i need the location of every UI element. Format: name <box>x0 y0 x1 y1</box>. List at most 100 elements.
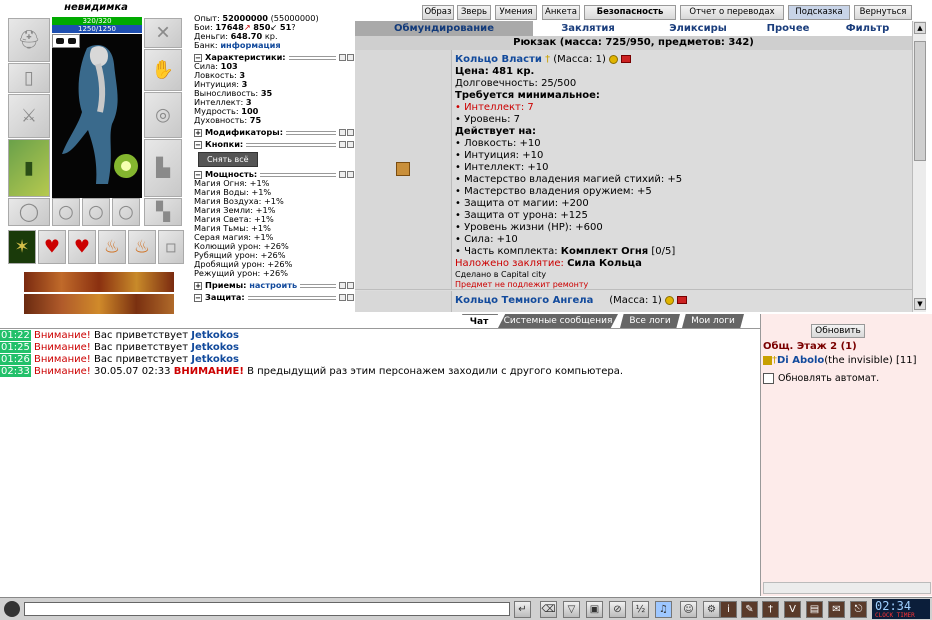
helmet-slot[interactable]: ⛑ <box>8 18 50 62</box>
move-down-icon[interactable] <box>347 294 354 301</box>
move-up-icon[interactable] <box>339 294 346 301</box>
move-up-icon[interactable] <box>339 171 346 178</box>
tab-all-logs[interactable]: Все логи <box>620 314 680 328</box>
vip-icon[interactable]: V <box>784 601 801 618</box>
legs-slot[interactable]: ▙ <box>144 139 182 197</box>
amulet-slot[interactable]: ✕ <box>144 18 182 48</box>
tab-my-logs[interactable]: Мои логи <box>682 314 744 328</box>
chat-message[interactable]: 01:22 Внимание! Вас приветствует Jetkoko… <box>0 330 760 342</box>
chat-timestamp[interactable]: 01:26 <box>0 354 31 365</box>
tab-chat[interactable]: Чат <box>460 314 498 328</box>
transfers-report-button[interactable]: Отчет о переводах <box>680 5 784 20</box>
profile-button[interactable]: Анкета <box>542 5 580 20</box>
image-button[interactable]: Образ <box>422 5 454 20</box>
expand-icon[interactable]: + <box>194 281 202 290</box>
move-down-icon[interactable] <box>347 141 354 148</box>
section-controls[interactable] <box>339 54 354 61</box>
move-down-icon[interactable] <box>347 129 354 136</box>
section-controls[interactable] <box>339 282 354 289</box>
section-modifiers[interactable]: + Модификаторы: <box>194 128 354 137</box>
tab-system-messages[interactable]: Системные сообщения <box>498 314 618 328</box>
belt-slot[interactable]: ◯ <box>8 198 50 226</box>
refresh-button[interactable]: Обновить <box>811 324 865 338</box>
section-controls[interactable] <box>339 294 354 301</box>
tab-other[interactable]: Прочее <box>753 21 823 36</box>
belt-item-3[interactable]: ♥ <box>68 230 96 264</box>
chat-nick[interactable]: Jetkokos <box>191 330 239 341</box>
horizontal-scrollbar[interactable] <box>763 582 931 594</box>
move-down-icon[interactable] <box>347 54 354 61</box>
weapon-slot[interactable]: ⚔ <box>8 94 50 138</box>
send-icon[interactable]: ↵ <box>514 601 531 618</box>
user-name[interactable]: Di Abolo <box>777 355 824 366</box>
sunglasses-slot[interactable] <box>52 34 80 48</box>
spell-row-1[interactable] <box>24 272 174 292</box>
book-icon[interactable]: ▤ <box>806 601 823 618</box>
belt-item-2[interactable]: ♥ <box>38 230 66 264</box>
exit-icon[interactable]: ⎋ <box>850 601 867 618</box>
bank-link[interactable]: информация <box>220 40 280 50</box>
armor-slot[interactable]: ▮ <box>8 139 50 197</box>
chat-bubble-icon[interactable]: ✉ <box>828 601 845 618</box>
security-button[interactable]: Безопасность <box>584 5 676 20</box>
shield-slot[interactable]: ◎ <box>144 92 182 138</box>
belt-item-1[interactable]: ✶ <box>8 230 36 264</box>
move-down-icon[interactable] <box>347 171 354 178</box>
ring-slot-1[interactable]: ○ <box>52 198 80 226</box>
section-controls[interactable] <box>339 171 354 178</box>
chat-mode-icon[interactable] <box>4 601 20 617</box>
belt-item-5[interactable]: ♨ <box>128 230 156 264</box>
item-image[interactable] <box>355 291 452 312</box>
chat-timestamp[interactable]: 02:33 <box>0 366 31 377</box>
chat-nick[interactable]: Jetkokos <box>191 342 239 353</box>
settings-icon[interactable]: ⚙ <box>703 601 720 618</box>
filter-icon[interactable]: ▽ <box>563 601 580 618</box>
belt-item-6[interactable]: ▫ <box>158 230 184 264</box>
move-up-icon[interactable] <box>339 129 346 136</box>
move-up-icon[interactable] <box>339 282 346 289</box>
chat-nick[interactable]: Jetkokos <box>191 354 239 365</box>
pet-button[interactable]: Зверь <box>457 5 491 20</box>
return-button[interactable]: Вернуться <box>854 5 912 20</box>
chat-message[interactable]: 01:26 Внимание! Вас приветствует Jetkoko… <box>0 354 760 366</box>
save-icon[interactable]: ▣ <box>586 601 603 618</box>
chat-area[interactable]: 01:22 Внимание! Вас приветствует Jetkoko… <box>0 328 760 596</box>
inventory-item[interactable]: Кольцо Темного Ангела (Масса: 1) <box>355 291 912 312</box>
move-up-icon[interactable] <box>339 54 346 61</box>
expand-icon[interactable]: + <box>194 128 202 137</box>
smiley-icon[interactable]: ☺ <box>680 601 697 618</box>
chat-input[interactable] <box>24 602 510 616</box>
inventory-scrollbar[interactable]: ▲ ▼ <box>912 21 926 312</box>
earrings-slot[interactable]: ✋ <box>144 49 182 91</box>
move-up-icon[interactable] <box>339 141 346 148</box>
scroll-down-icon[interactable]: ▼ <box>914 298 926 310</box>
ring-slot-3[interactable]: ○ <box>112 198 140 226</box>
section-controls[interactable] <box>339 141 354 148</box>
chat-timestamp[interactable]: 01:25 <box>0 342 31 353</box>
chat-timestamp[interactable]: 01:22 <box>0 330 31 341</box>
scroll-thumb[interactable] <box>914 41 926 161</box>
belt-item-4[interactable]: ♨ <box>98 230 126 264</box>
info-icon[interactable]: i <box>720 601 737 618</box>
tab-equipment[interactable]: Обмундирование <box>355 21 533 36</box>
bracers-slot[interactable]: ▯ <box>8 63 50 93</box>
item-image[interactable] <box>355 50 452 289</box>
online-user[interactable]: †Di Abolo(the invisible) [11] <box>763 355 916 366</box>
scroll-up-icon[interactable]: ▲ <box>914 22 926 34</box>
auto-refresh-checkbox[interactable] <box>763 373 774 384</box>
auto-refresh-toggle[interactable]: Обновлять автомат. <box>763 373 879 384</box>
split-icon[interactable]: ½ <box>632 601 649 618</box>
music-icon[interactable]: ♫ <box>655 601 672 618</box>
section-buttons[interactable]: − Кнопки: <box>194 140 354 149</box>
tab-elixirs[interactable]: Эликсиры <box>643 21 753 36</box>
section-tricks[interactable]: + Приемы: настроить <box>194 281 354 290</box>
inventory-item[interactable]: Кольцо Власти † (Масса: 1) Цена: 481 кр.… <box>355 50 912 290</box>
tab-filter[interactable]: Фильтр <box>823 21 912 36</box>
hint-button[interactable]: Подсказка <box>788 5 850 20</box>
eraser-icon[interactable]: ⌫ <box>540 601 557 618</box>
section-protection[interactable]: − Защита: <box>194 293 354 302</box>
chat-message[interactable]: 01:25 Внимание! Вас приветствует Jetkoko… <box>0 342 760 354</box>
item-title[interactable]: Кольцо Темного Ангела <box>455 295 593 306</box>
quill-icon[interactable]: ✎ <box>741 601 758 618</box>
tricks-setup-link[interactable]: настроить <box>249 281 297 290</box>
